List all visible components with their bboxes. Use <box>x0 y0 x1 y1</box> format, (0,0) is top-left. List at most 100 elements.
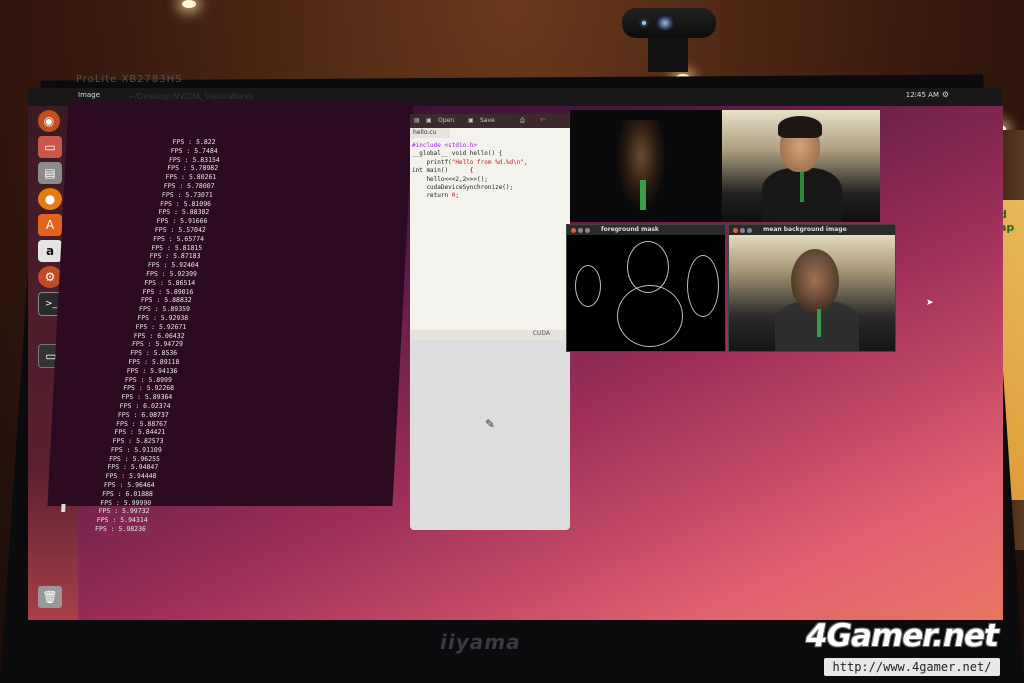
lanyard <box>800 172 804 202</box>
watermark-url: http://www.4gamer.net/ <box>824 658 1000 676</box>
code-token: "Hello from %d.%d\n" <box>451 158 524 166</box>
mask-edge <box>687 255 719 317</box>
fps-line: FPS : 5.96255 <box>108 454 161 463</box>
software-center-icon[interactable]: A <box>38 214 62 236</box>
close-icon[interactable] <box>733 228 738 233</box>
fps-line: FPS : 5.92404 <box>147 261 199 270</box>
code-line: printf("Hello from %d.%d\n", <box>412 158 528 167</box>
watermark-logo: 4Gamer.net <box>806 618 999 654</box>
fps-line: FPS : 5.65774 <box>152 234 205 243</box>
fps-line: FPS : 5.89118 <box>128 357 180 366</box>
files-icon[interactable]: ▭ <box>38 136 62 158</box>
fps-line: FPS : 5.94847 <box>107 463 159 472</box>
code-text: printf( <box>412 158 452 166</box>
fps-output: FPS : 5.822 FPS : 5.7484 FPS : 5.83154 FPS … <box>94 138 221 534</box>
person-hair <box>778 116 822 138</box>
monitor-model-label: ProLite XB2783HS <box>76 74 183 85</box>
window-title-bar[interactable]: foreground mask <box>567 225 725 235</box>
fps-line: FPS : 5.92268 <box>122 384 175 393</box>
fps-line: FPS : 5.94136 <box>126 366 178 375</box>
fps-line: FPS : 5.98236 <box>94 525 147 534</box>
maximize-icon[interactable] <box>585 228 590 233</box>
maximize-icon[interactable] <box>747 228 752 233</box>
save-button[interactable]: Save <box>480 117 495 124</box>
mean-background-image <box>729 235 895 351</box>
lanyard <box>817 309 821 337</box>
amazon-icon[interactable]: a <box>38 240 62 262</box>
desktop-screen: Image ~/Desktop/NVIDIA_VisionWorks ♡ 12:… <box>28 88 1003 620</box>
trash-icon[interactable]: 🗑 <box>38 586 62 608</box>
fps-line: FPS : 5.822 <box>172 138 216 146</box>
fps-line: FPS : 5.83154 <box>168 155 221 164</box>
close-icon[interactable] <box>571 228 576 233</box>
code-line: int main() { <box>412 167 528 175</box>
monitor-brand: iiyama <box>440 630 521 654</box>
minimize-icon[interactable] <box>740 228 745 233</box>
code-token: #include <stdio.h> <box>412 142 478 149</box>
fps-line: FPS : 5.73071 <box>161 190 213 199</box>
editor-toolbar: ▤ ▣ Open ▣ Save ⎙ ↶ <box>410 114 590 128</box>
code-line: hello<<<2,2>>>(); <box>412 176 528 184</box>
mean-background-window[interactable]: mean background image <box>728 224 896 352</box>
person-face <box>791 249 839 313</box>
fps-line: FPS : 5.91666 <box>156 217 208 226</box>
fps-line: FPS : 5.78007 <box>163 181 215 190</box>
fps-line: FPS : 5.80261 <box>165 173 217 182</box>
panel-clock[interactable]: 12:45 AM <box>906 91 939 99</box>
editor-tab[interactable]: hello.cu <box>410 128 450 138</box>
code-text: , <box>524 158 528 166</box>
print-icon[interactable]: ⎙ <box>520 117 525 125</box>
code-line: return 0; <box>412 192 528 200</box>
fps-line: FPS : 5.86514 <box>144 278 196 287</box>
undo-icon[interactable]: ↶ <box>540 117 545 124</box>
fps-line: FPS : 5.84421 <box>114 428 166 437</box>
code-area[interactable]: #include <stdio.h> __global__ void hello(… <box>412 142 528 201</box>
video-window-camera <box>722 110 880 222</box>
text-editor-icon[interactable]: ✎ <box>410 318 570 530</box>
fps-line: FPS : 6.06432 <box>133 331 185 340</box>
fps-line: FPS : 5.92938 <box>137 313 189 322</box>
fps-line: FPS : 5.78982 <box>166 164 219 173</box>
code-text: ; <box>455 192 459 200</box>
foreground-mask-window[interactable]: foreground mask <box>566 224 726 352</box>
fps-line: FPS : 6.01888 <box>101 489 154 498</box>
webcam <box>622 8 716 38</box>
fps-line: FPS : 5.82573 <box>112 437 164 446</box>
code-text: cudaDeviceSynchronize(); <box>412 184 514 192</box>
fps-line: FPS : 5.89359 <box>138 305 191 314</box>
store-icon[interactable]: ▤ <box>38 162 62 184</box>
gear-icon[interactable]: ⚙ <box>942 90 949 99</box>
fps-line: FPS : 5.99990 <box>100 498 152 507</box>
code-line: __global__ void hello() { <box>412 150 528 158</box>
language-indicator[interactable]: CUDA <box>410 330 570 340</box>
window-title: mean background image <box>763 226 847 233</box>
code-editor-window[interactable]: hello.cu #include <stdio.h> __global__ vo… <box>410 128 570 340</box>
window-title: ~/Desktop/NVIDIA_VisionWorks <box>128 92 254 101</box>
minimize-icon[interactable] <box>578 228 583 233</box>
code-text: return <box>412 192 452 200</box>
new-file-icon[interactable]: ▤ <box>414 117 420 124</box>
fps-line: FPS : 5.89364 <box>121 393 173 402</box>
webcam-mount <box>648 38 688 72</box>
code-line: #include <stdio.h> <box>412 142 528 150</box>
fps-line: FPS : 5.94448 <box>105 472 157 481</box>
foreground-mask-image <box>567 235 725 351</box>
fps-line: FPS : 5.99732 <box>98 507 150 516</box>
mask-edge <box>575 265 601 307</box>
fps-line: FPS : 5.81096 <box>159 199 212 208</box>
window-title-bar[interactable]: mean background image <box>729 225 895 235</box>
open-button[interactable]: Open <box>438 117 454 124</box>
terminal-window[interactable]: FPS : 5.822 FPS : 5.7484 FPS : 5.83154 FPS … <box>47 102 414 533</box>
ubuntu-icon[interactable]: ◉ <box>38 110 60 132</box>
open-icon[interactable]: ▣ <box>426 117 432 124</box>
mouse-pointer: ➤ <box>926 298 934 308</box>
firefox-icon[interactable]: ● <box>38 188 62 210</box>
fps-line: FPS : 5.91109 <box>110 445 162 454</box>
webcam-lens <box>656 15 674 31</box>
active-app-name: Image <box>78 91 100 99</box>
fps-line: FPS : 5.88302 <box>158 208 210 217</box>
save-icon[interactable]: ▣ <box>468 117 474 124</box>
terminal-cursor <box>61 504 66 512</box>
fps-line: FPS : 5.96464 <box>103 481 155 490</box>
webcam-led <box>642 21 646 25</box>
